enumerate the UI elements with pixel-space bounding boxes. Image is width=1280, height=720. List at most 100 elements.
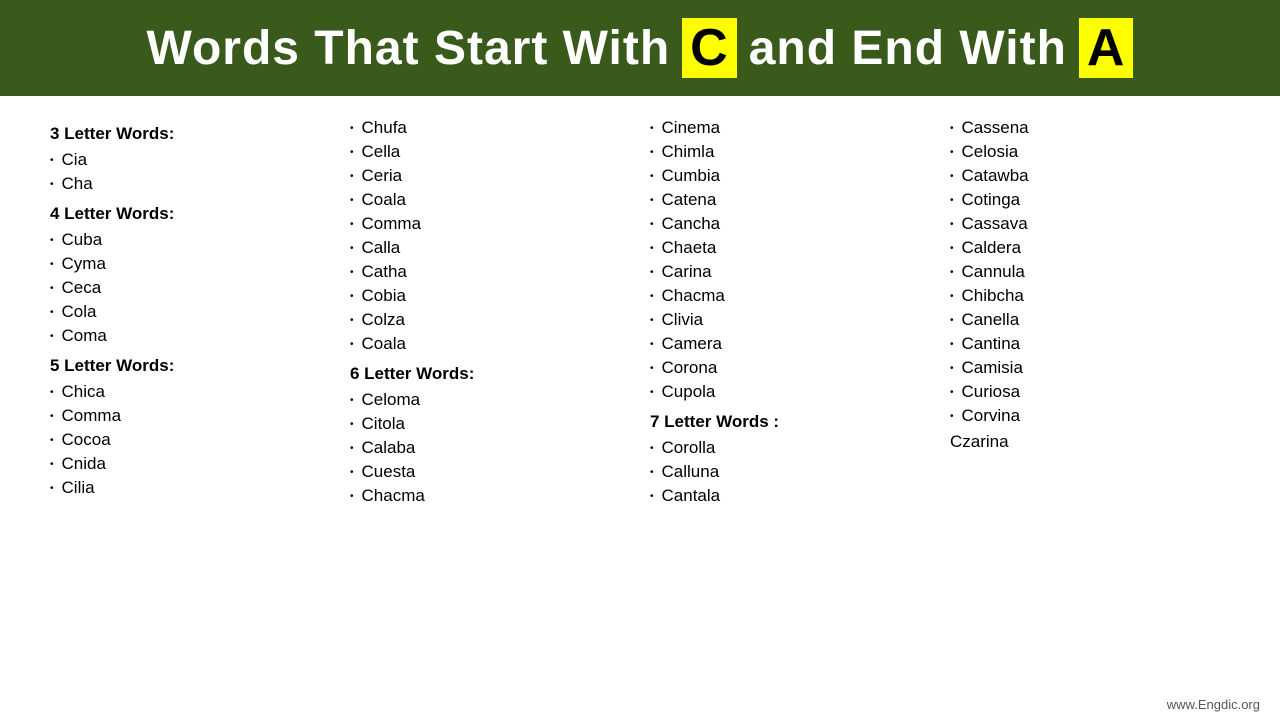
list-item: Ceria: [350, 164, 630, 188]
word-list-0-1: CubaCymaCecaColaComa: [50, 228, 330, 348]
word-text: Chimla: [662, 142, 715, 162]
word-text: Cumbia: [662, 166, 721, 186]
word-text: Calaba: [362, 438, 416, 458]
word-content: 3 Letter Words:CiaCha4 Letter Words:Cuba…: [0, 96, 1280, 518]
main-title: Words That Start With C and End With A: [147, 18, 1134, 78]
list-item: Catawba: [950, 164, 1230, 188]
word-text: Colza: [362, 310, 405, 330]
column-2: ChufaCellaCeriaCoalaCommaCallaCathaCobia…: [340, 116, 640, 508]
word-text: Celosia: [962, 142, 1019, 162]
word-text: Catawba: [962, 166, 1029, 186]
word-text: Coala: [362, 334, 406, 354]
word-text: Canella: [962, 310, 1020, 330]
word-text: Cancha: [662, 214, 721, 234]
list-item: Corvina: [950, 404, 1230, 428]
word-text: Cotinga: [962, 190, 1021, 210]
list-item: Ceca: [50, 276, 330, 300]
word-text: Corona: [662, 358, 718, 378]
word-text: Cobia: [362, 286, 406, 306]
list-item: Colza: [350, 308, 630, 332]
list-item: Cannula: [950, 260, 1230, 284]
word-text: Camera: [662, 334, 722, 354]
word-text: Cassava: [962, 214, 1028, 234]
letter-a: A: [1079, 18, 1134, 78]
word-text: Ceca: [62, 278, 102, 298]
list-item: Chimla: [650, 140, 930, 164]
list-item: Carina: [650, 260, 930, 284]
column-4: Cassena Celosia Catawba Cotinga Cassava Calde…: [940, 116, 1240, 508]
list-item: Corona: [650, 356, 930, 380]
word-text: Cassena: [962, 118, 1029, 138]
list-item: Canella: [950, 308, 1230, 332]
word-text: Catena: [662, 190, 717, 210]
section-header-2-1: 7 Letter Words :: [650, 412, 930, 432]
list-item: Cantala: [650, 484, 930, 508]
list-item: Cupola: [650, 380, 930, 404]
list-item: Calaba: [350, 436, 630, 460]
list-item: Chacma: [350, 484, 630, 508]
word-list-1-0: ChufaCellaCeriaCoalaCommaCallaCathaCobia…: [350, 116, 630, 356]
footer-url: www.Engdic.org: [1167, 697, 1260, 712]
word-list-2-1: Corolla Calluna Cantala: [650, 436, 930, 508]
word-text: Clivia: [662, 310, 704, 330]
list-item: Chibcha: [950, 284, 1230, 308]
word-list-1-1: CelomaCitola CalabaCuestaChacma: [350, 388, 630, 508]
list-item: Cilia: [50, 476, 330, 500]
list-item: Cancha: [650, 212, 930, 236]
word-text: Ceria: [362, 166, 403, 186]
word-text: Camisia: [962, 358, 1023, 378]
list-item: Calla: [350, 236, 630, 260]
list-item: Cumbia: [650, 164, 930, 188]
word-text: Citola: [362, 414, 405, 434]
list-item: Chaeta: [650, 236, 930, 260]
word-text: Cantina: [962, 334, 1021, 354]
word-text: Caldera: [962, 238, 1022, 258]
word-text: Comma: [362, 214, 422, 234]
list-item: Cinema: [650, 116, 930, 140]
list-item: Camisia: [950, 356, 1230, 380]
list-item: Cuesta: [350, 460, 630, 484]
list-item: Celoma: [350, 388, 630, 412]
list-item: Cocoa: [50, 428, 330, 452]
word-text: Cannula: [962, 262, 1025, 282]
word-text: Catha: [362, 262, 407, 282]
word-text: Cia: [62, 150, 88, 170]
word-text: Calluna: [662, 462, 720, 482]
list-item: Cia: [50, 148, 330, 172]
section-header-0-1: 4 Letter Words:: [50, 204, 330, 224]
word-text: Cupola: [662, 382, 716, 402]
word-text: Cella: [362, 142, 401, 162]
word-text: Comma: [62, 406, 122, 426]
list-item: Chufa: [350, 116, 630, 140]
word-text: Cocoa: [62, 430, 111, 450]
list-item: Comma: [50, 404, 330, 428]
word-text: Carina: [662, 262, 712, 282]
list-item: Cyma: [50, 252, 330, 276]
list-item: Cuba: [50, 228, 330, 252]
word-text: Corolla: [662, 438, 716, 458]
list-item: Cella: [350, 140, 630, 164]
list-item: Chica: [50, 380, 330, 404]
list-item: Chacma: [650, 284, 930, 308]
list-item: Comma: [350, 212, 630, 236]
standalone-word: Czarina: [950, 432, 1230, 452]
list-item: Cantina: [950, 332, 1230, 356]
word-text: Cola: [62, 302, 97, 322]
list-item: Cassava: [950, 212, 1230, 236]
word-text: Chufa: [362, 118, 407, 138]
list-item: Corolla: [650, 436, 930, 460]
letter-c: C: [682, 18, 737, 78]
list-item: Coala: [350, 188, 630, 212]
word-text: Calla: [362, 238, 401, 258]
word-list-2-0: CinemaChimla Cumbia Catena Cancha Chaeta Cari…: [650, 116, 930, 404]
title-middle: and End With: [749, 21, 1067, 76]
column-1: 3 Letter Words:CiaCha4 Letter Words:Cuba…: [40, 116, 340, 508]
word-list-0-2: ChicaCommaCocoaCnidaCilia: [50, 380, 330, 500]
word-text: Chaeta: [662, 238, 717, 258]
word-text: Corvina: [962, 406, 1021, 426]
section-header-0-2: 5 Letter Words:: [50, 356, 330, 376]
title-prefix: Words That Start With: [147, 21, 671, 76]
section-header-0-0: 3 Letter Words:: [50, 124, 330, 144]
word-text: Cantala: [662, 486, 721, 506]
list-item: Cola: [50, 300, 330, 324]
